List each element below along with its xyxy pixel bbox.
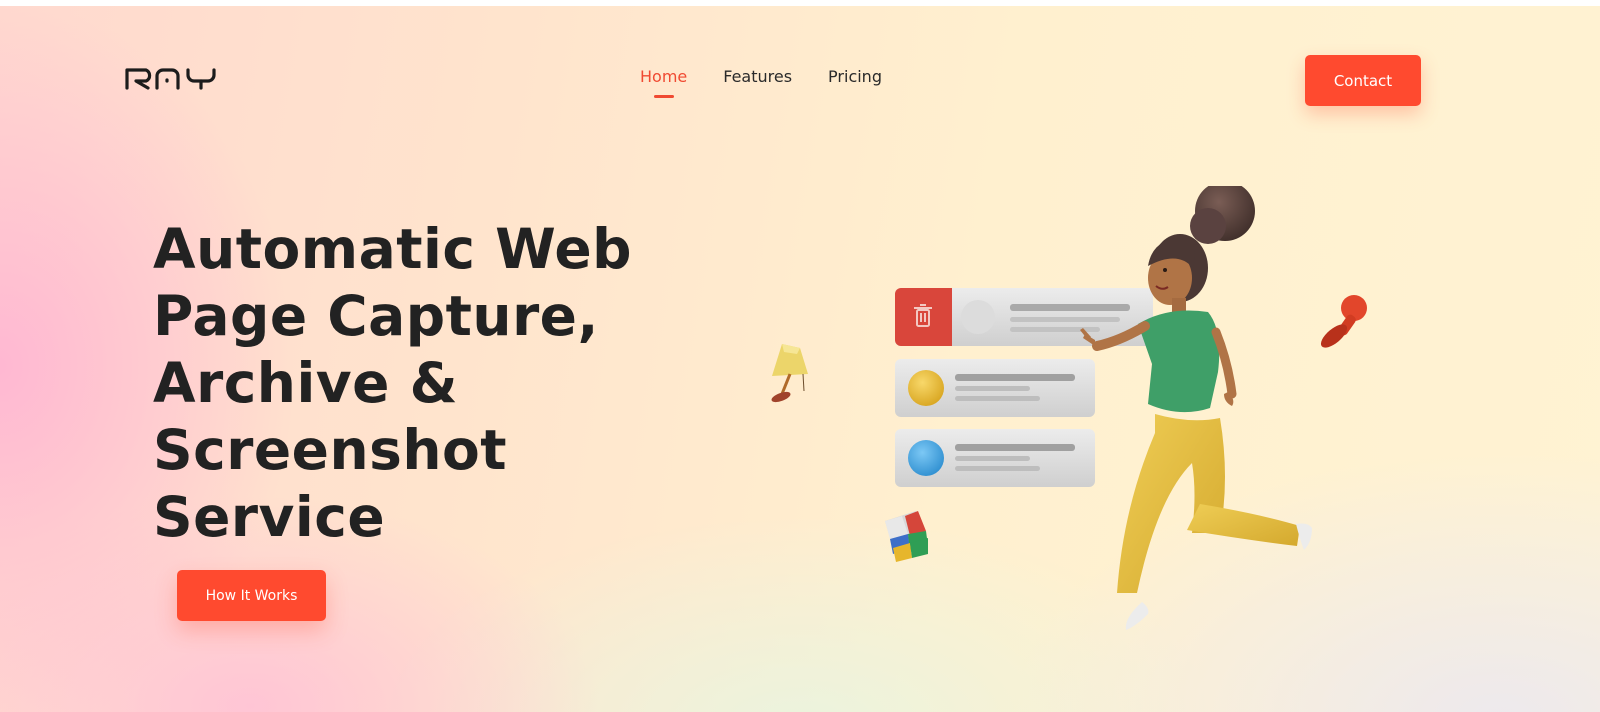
main-nav: Home Features Pricing bbox=[640, 66, 882, 88]
stamp-icon bbox=[1320, 295, 1367, 348]
hero-illustration bbox=[771, 186, 1367, 630]
hero-section: Home Features Pricing Contact Automatic … bbox=[0, 6, 1600, 712]
notification-card-3 bbox=[895, 429, 1095, 487]
how-it-works-button[interactable]: How It Works bbox=[177, 570, 326, 621]
rubiks-cube-icon bbox=[885, 511, 928, 562]
hero-title-line: Archive & bbox=[153, 351, 459, 415]
nav-item-home[interactable]: Home bbox=[640, 66, 687, 88]
hero-title: Automatic Web Page Capture, Archive & Sc… bbox=[153, 216, 673, 551]
notification-card-2 bbox=[895, 359, 1095, 417]
nav-item-pricing[interactable]: Pricing bbox=[828, 66, 882, 88]
hero-title-line: Service bbox=[153, 485, 386, 549]
hero-title-line: Page Capture, bbox=[153, 284, 599, 348]
character-illustration bbox=[1080, 186, 1312, 630]
hero-title-line: Screenshot bbox=[153, 418, 508, 482]
ray-logo[interactable] bbox=[124, 62, 228, 94]
contact-button[interactable]: Contact bbox=[1305, 55, 1421, 106]
hero-title-line: Automatic Web bbox=[153, 217, 632, 281]
lamp-icon bbox=[771, 344, 808, 403]
nav-item-features[interactable]: Features bbox=[723, 66, 792, 88]
